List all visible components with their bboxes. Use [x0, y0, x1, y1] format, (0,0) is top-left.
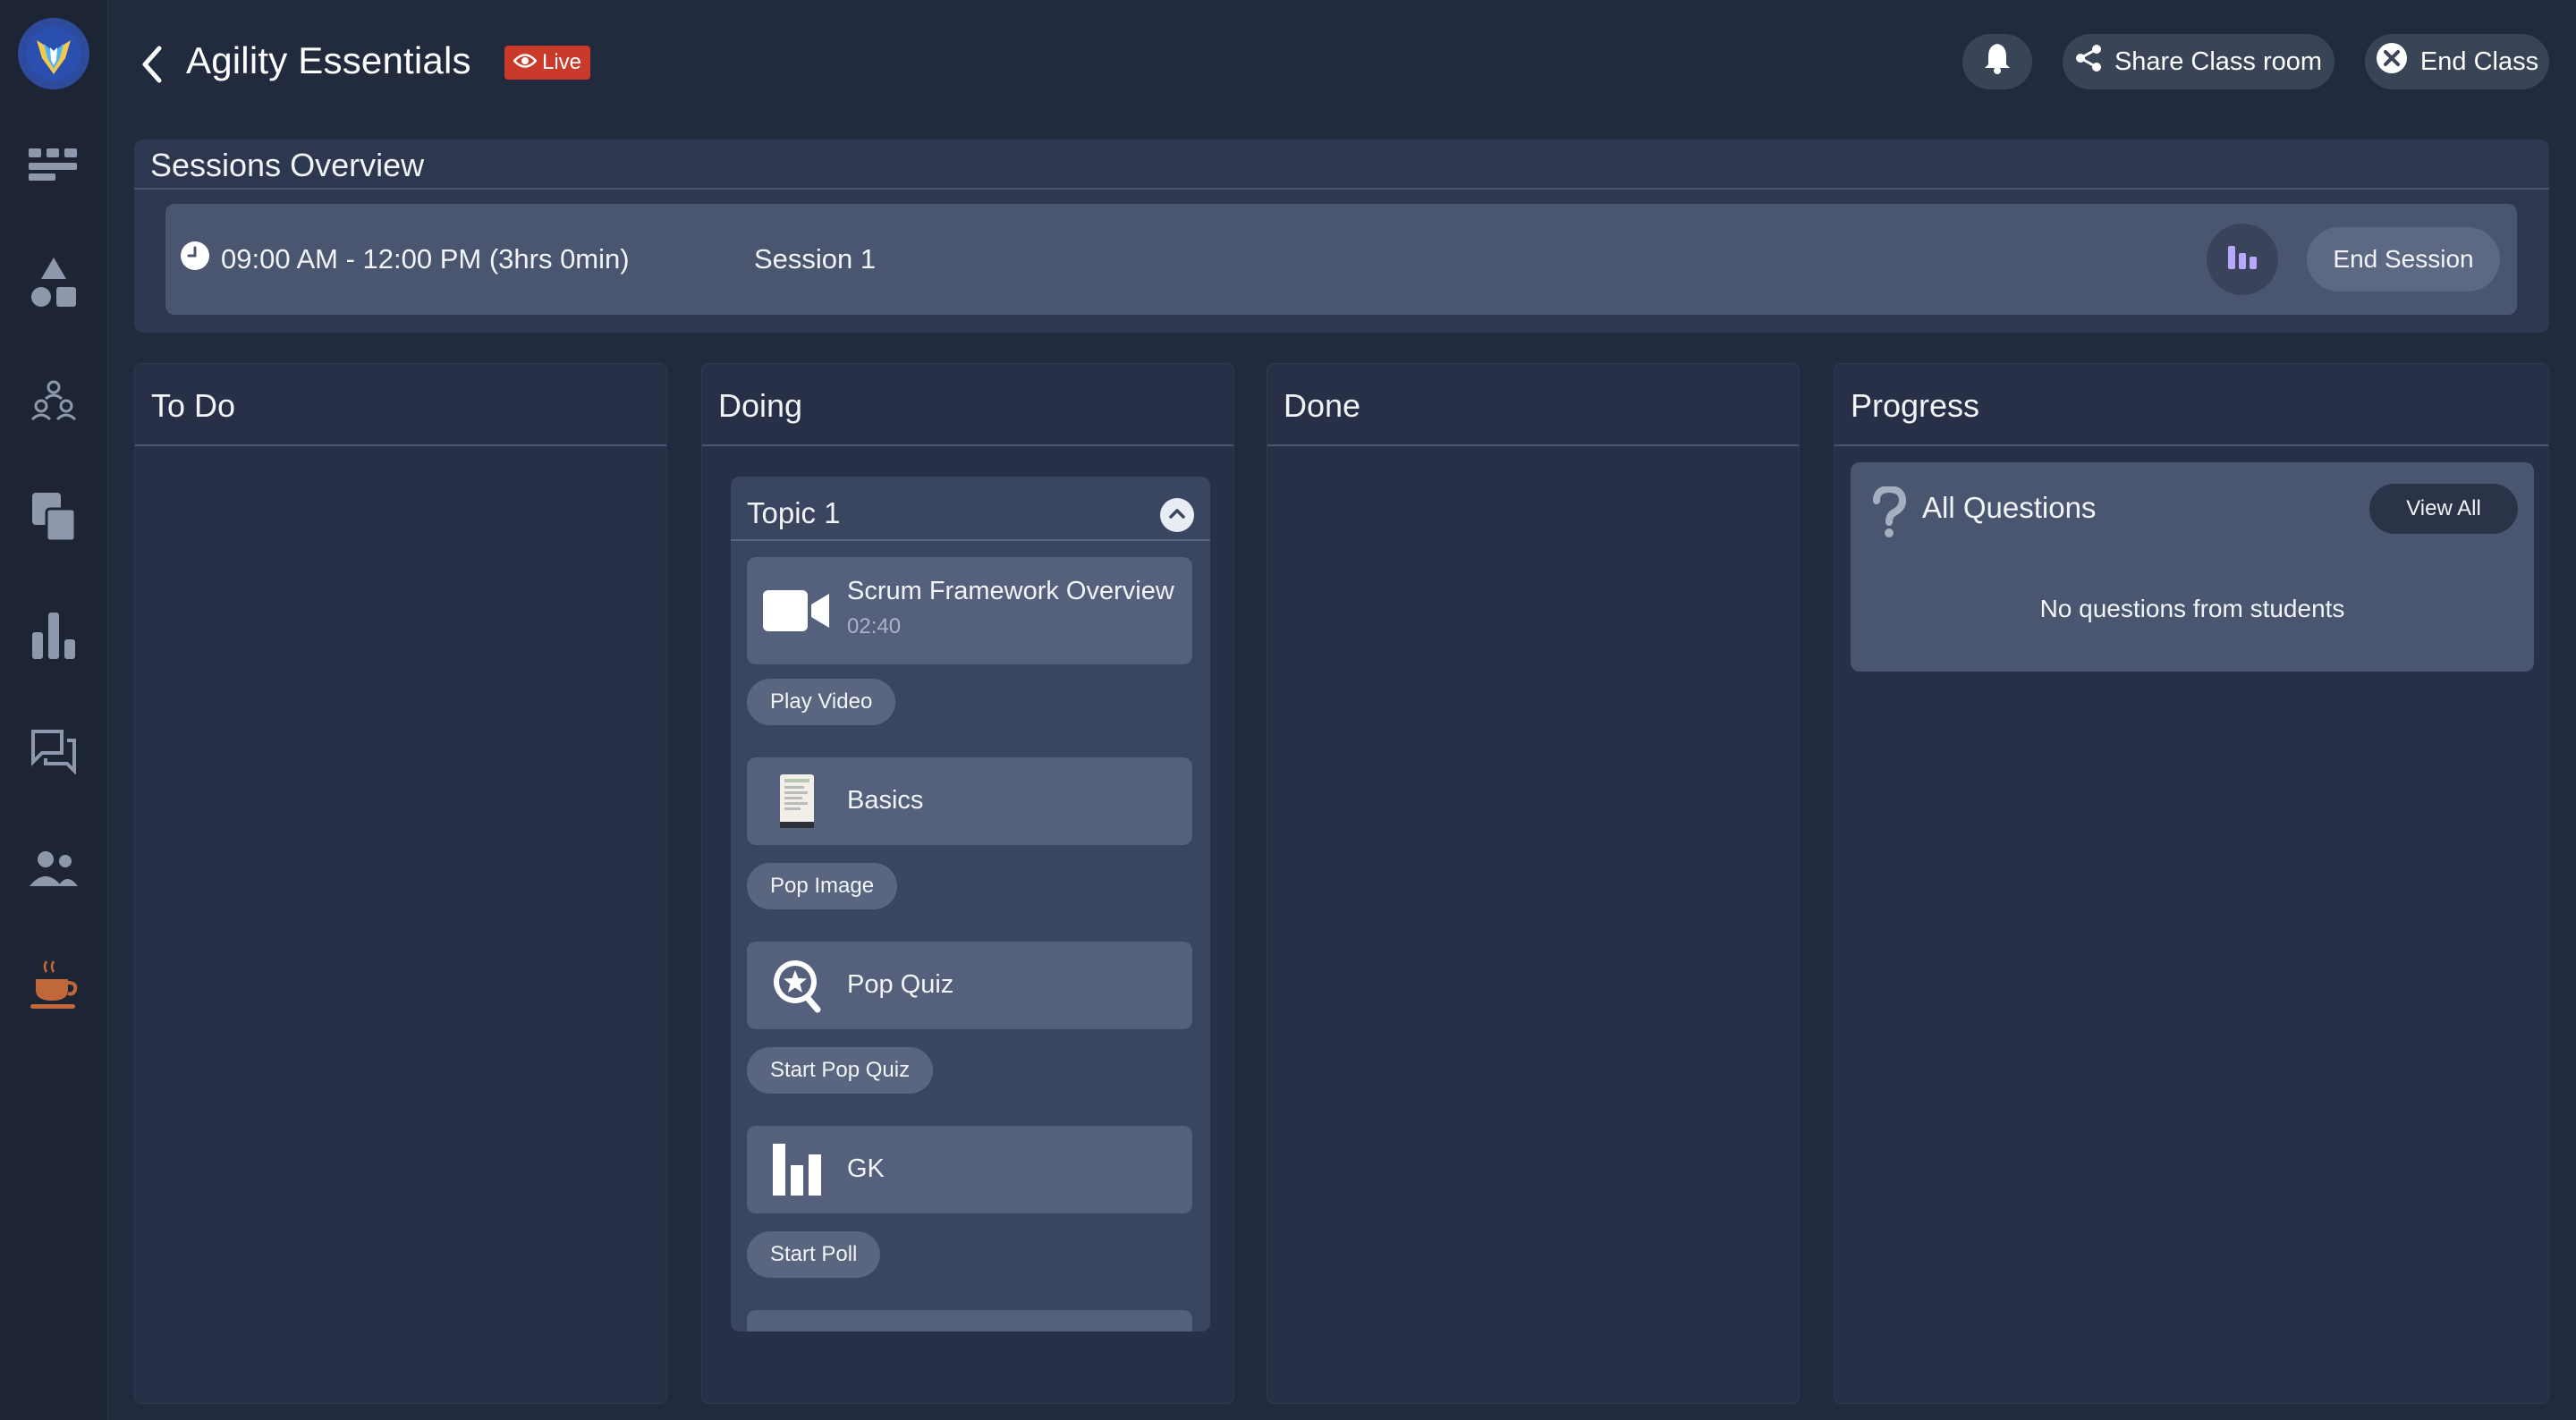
groups-icon[interactable] — [25, 372, 82, 429]
doing-column: Doing Topic 1 Scrum Framework Overview 0… — [701, 363, 1234, 1404]
video-camera-icon — [761, 582, 833, 639]
back-button[interactable] — [134, 41, 170, 88]
item-label: Scrum Framework Overview — [847, 577, 1174, 605]
document-thumbnail-icon — [761, 773, 833, 830]
bell-icon — [1983, 42, 2012, 81]
session-name: Session 1 — [754, 243, 877, 275]
sidebar — [0, 0, 108, 1420]
item-duration: 02:40 — [847, 614, 902, 638]
session-time-group: 09:00 AM - 12:00 PM (3hrs 0min) — [180, 241, 630, 278]
share-classroom-button[interactable]: Share Class room — [2063, 34, 2334, 89]
close-circle-icon — [2376, 42, 2408, 81]
topic-item-poll[interactable]: GK — [747, 1126, 1192, 1213]
bar-chart-icon — [2227, 244, 2258, 275]
divider — [731, 539, 1210, 541]
coffee-break-icon[interactable] — [25, 957, 82, 1014]
app-logo[interactable] — [18, 18, 89, 89]
divider — [135, 444, 666, 446]
divider — [134, 188, 2549, 190]
page-title: Agility Essentials — [186, 39, 471, 81]
end-session-button[interactable]: End Session — [2307, 227, 2500, 292]
session-stats-button[interactable] — [2207, 224, 2278, 295]
todo-column: To Do — [134, 363, 667, 1404]
classroom-app: Agility Essentials Live Share Class room… — [0, 0, 2576, 1420]
people-icon[interactable] — [25, 841, 82, 898]
column-title-progress: Progress — [1851, 387, 1980, 424]
item-label: Basics — [847, 786, 924, 815]
divider — [702, 444, 1233, 446]
poll-icon — [761, 1141, 833, 1198]
divider — [1267, 444, 1799, 446]
live-badge: Live — [504, 46, 591, 80]
chevron-up-icon — [1168, 507, 1186, 524]
end-class-label: End Class — [2419, 46, 2539, 76]
bar-chart-icon[interactable] — [25, 606, 82, 664]
quiz-star-icon — [761, 957, 833, 1014]
done-column: Done — [1267, 363, 1800, 1404]
chat-icon[interactable] — [25, 723, 82, 780]
questions-title: All Questions — [1922, 491, 2097, 524]
sessions-overview: Sessions Overview 09:00 AM - 12:00 PM (3… — [134, 139, 2549, 333]
shapes-icon[interactable] — [25, 254, 82, 311]
share-icon — [2075, 44, 2102, 80]
session-row[interactable]: 09:00 AM - 12:00 PM (3hrs 0min) Session … — [165, 204, 2517, 315]
topic-item-image[interactable]: Basics — [747, 757, 1192, 845]
collapse-toggle[interactable] — [1160, 498, 1194, 532]
divider — [1835, 444, 2548, 446]
view-all-button[interactable]: View All — [2369, 484, 2518, 534]
column-title-todo: To Do — [151, 387, 236, 424]
dashboard-icon[interactable] — [25, 136, 82, 193]
topic-item-next[interactable] — [747, 1310, 1192, 1331]
live-label: Live — [542, 50, 582, 74]
column-title-done: Done — [1284, 387, 1361, 424]
start-poll-button[interactable]: Start Poll — [747, 1231, 881, 1278]
clock-icon — [180, 241, 210, 278]
session-time: 09:00 AM - 12:00 PM (3hrs 0min) — [221, 243, 630, 275]
item-label: GK — [847, 1154, 885, 1183]
questions-panel: All Questions View All No questions from… — [1851, 462, 2534, 672]
progress-column: Progress All Questions View All No quest… — [1834, 363, 2549, 1404]
topic-title: Topic 1 — [747, 496, 841, 529]
empty-state-text: No questions from students — [2039, 595, 2345, 622]
topic-item-quiz[interactable]: Pop Quiz — [747, 942, 1192, 1029]
column-title-doing: Doing — [718, 387, 803, 424]
start-pop-quiz-button[interactable]: Start Pop Quiz — [747, 1047, 934, 1094]
pop-image-button[interactable]: Pop Image — [747, 863, 898, 909]
question-mark-icon — [1867, 486, 1911, 539]
topic-item-video[interactable]: Scrum Framework Overview 02:40 — [747, 557, 1192, 664]
copy-icon[interactable] — [25, 488, 82, 545]
end-class-button[interactable]: End Class — [2365, 34, 2549, 89]
item-label: Pop Quiz — [847, 970, 954, 999]
share-label: Share Class room — [2114, 46, 2323, 76]
notifications-button[interactable] — [1962, 34, 2032, 89]
topic-card: Topic 1 Scrum Framework Overview 02:40 P… — [731, 477, 1210, 1331]
eye-icon — [513, 50, 538, 75]
play-video-button[interactable]: Play Video — [747, 679, 896, 725]
sessions-title: Sessions Overview — [150, 147, 425, 183]
